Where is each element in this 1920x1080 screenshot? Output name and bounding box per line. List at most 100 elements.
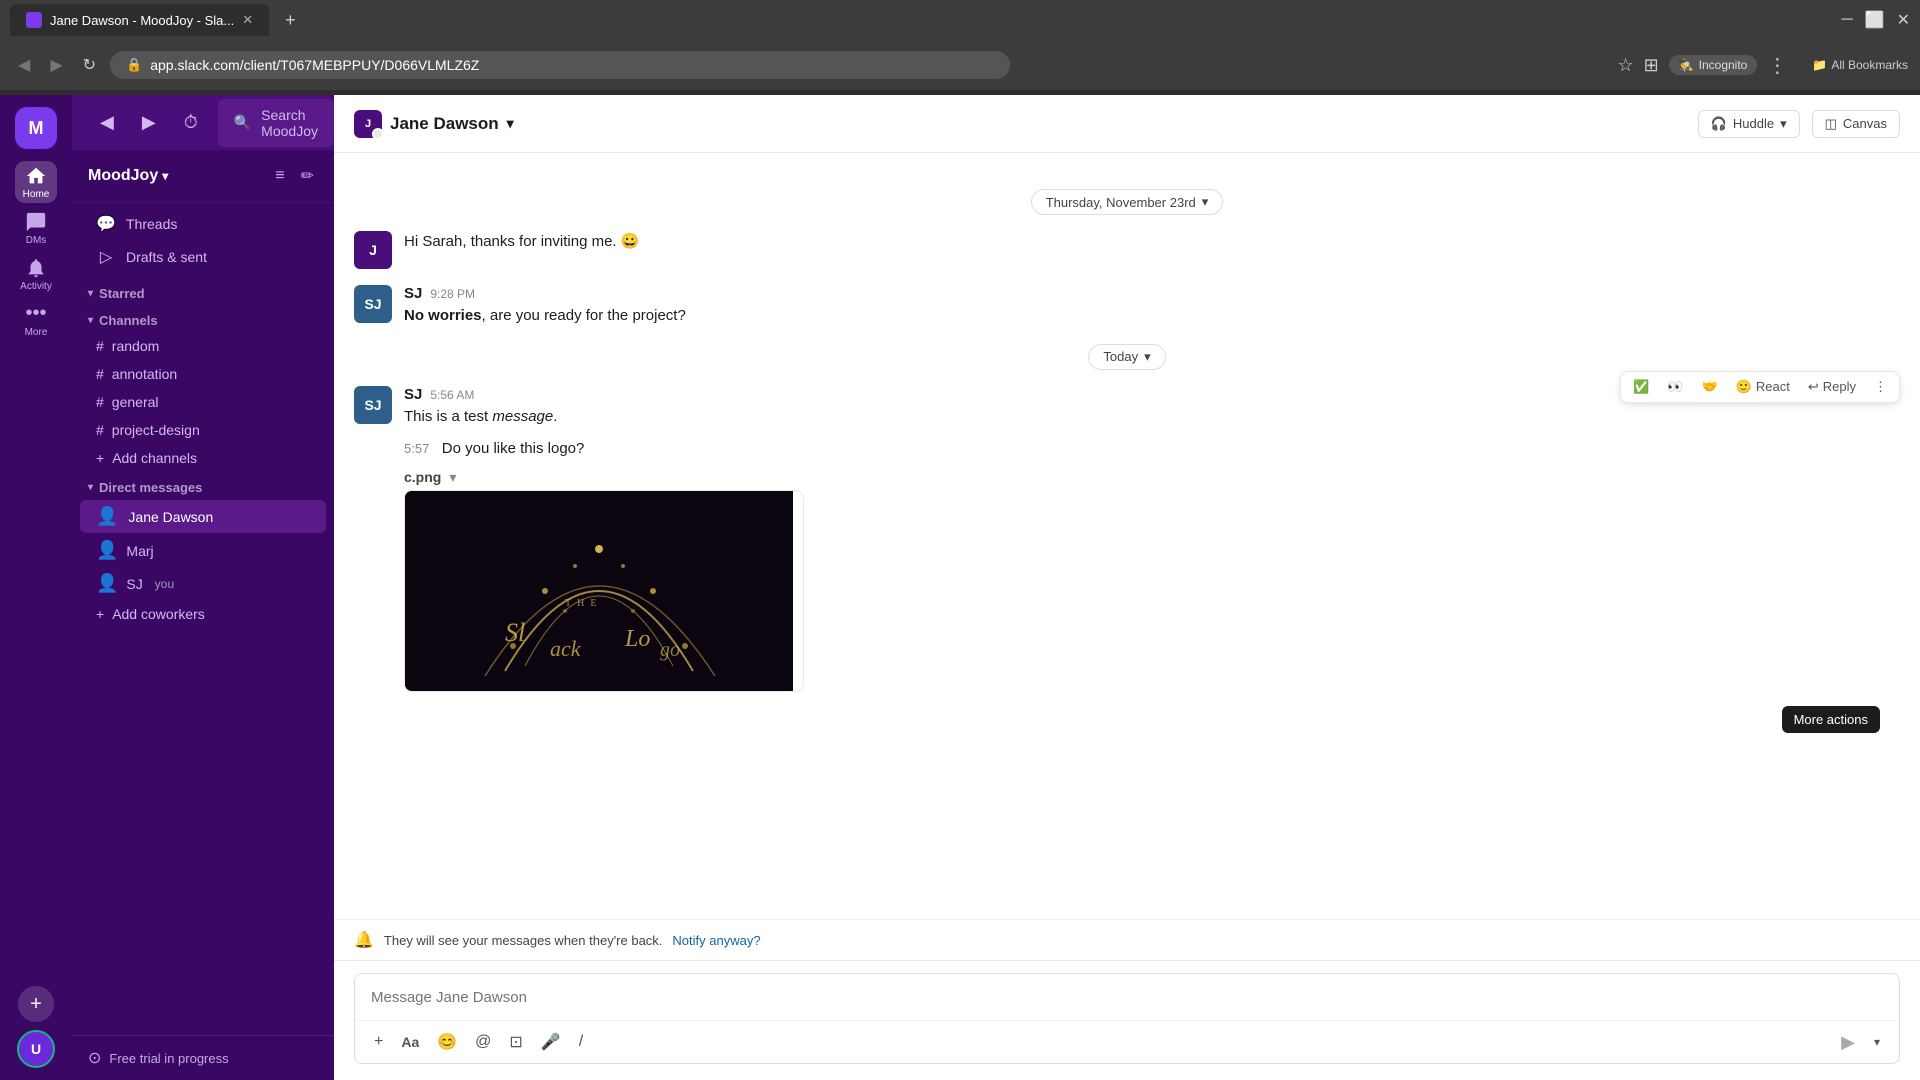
app-back-button[interactable]: ◀ <box>92 108 122 137</box>
eyes-reaction-button[interactable]: 👀 <box>1659 374 1691 400</box>
add-coworkers-icon: + <box>96 606 104 622</box>
attachment-header: c.png ▾ <box>404 469 1900 486</box>
channel-item-general[interactable]: # general <box>80 389 326 415</box>
svg-text:THE: THE <box>565 598 602 609</box>
jane-msg-avatar: J <box>354 231 392 269</box>
menu-icon[interactable]: ⋮ <box>1767 53 1787 78</box>
sj-author-1: SJ <box>404 285 422 302</box>
dm-item-marj[interactable]: 👤 Marj <box>80 535 326 566</box>
home-icon <box>25 165 47 187</box>
react-button[interactable]: 🙂 React <box>1728 374 1798 400</box>
message-input[interactable] <box>355 974 1899 1020</box>
send-options-button[interactable]: ▾ <box>1867 1030 1887 1054</box>
star-icon[interactable]: ☆ <box>1617 55 1633 76</box>
more-icon: ⋮ <box>1874 379 1887 395</box>
attachment-dropdown-button[interactable]: ▾ <box>449 469 456 486</box>
filter-button[interactable]: ≡ <box>271 162 288 190</box>
sidebar-item-home[interactable]: Home <box>15 161 57 203</box>
sj-time2: 5:57 <box>404 441 429 456</box>
url-text: app.slack.com/client/T067MEBPPUY/D066VLM… <box>150 57 994 73</box>
reply-button[interactable]: ↩ Reply <box>1800 374 1864 400</box>
message-group-sj-1: SJ SJ 9:28 PM No worries, are you ready … <box>354 285 1900 328</box>
browser-tab[interactable]: Jane Dawson - MoodJoy - Sla... ✕ <box>10 4 269 36</box>
more-message-actions-button[interactable]: ⋮ <box>1866 374 1895 400</box>
add-channels-icon: + <box>96 450 104 466</box>
close-button[interactable]: ✕ <box>1897 10 1910 30</box>
dms-icon <box>25 211 47 233</box>
mention-button[interactable]: @ <box>468 1028 498 1056</box>
sj-author-today: SJ <box>404 386 422 403</box>
search-icon: 🔍 <box>234 114 251 131</box>
extension-icon[interactable]: ⊞ <box>1644 55 1659 76</box>
bookmarks-icon: 📁 <box>1812 58 1827 72</box>
add-channels-label: Add channels <box>112 450 197 466</box>
channels-section-header[interactable]: ▾ Channels <box>72 305 334 332</box>
add-channels-item[interactable]: + Add channels <box>80 445 326 471</box>
thursday-date-badge[interactable]: Thursday, November 23rd ▾ <box>1031 189 1224 215</box>
add-coworkers-item[interactable]: + Add coworkers <box>80 601 326 627</box>
channels-label: Channels <box>99 313 158 328</box>
today-date-badge[interactable]: Today ▾ <box>1088 344 1165 370</box>
add-workspace-button[interactable]: + <box>18 986 54 1022</box>
channel-item-project-design[interactable]: # project-design <box>80 417 326 443</box>
dm-item-sj[interactable]: 👤 SJ you <box>80 568 326 599</box>
app-history-button[interactable]: ⏱ <box>176 108 206 137</box>
hash-icon-general: # <box>96 394 104 410</box>
global-search[interactable]: 🔍 Search MoodJoy <box>218 99 334 147</box>
bell-icon: 🔔 <box>354 930 374 950</box>
notify-anyway-link[interactable]: Notify anyway? <box>672 933 760 948</box>
svg-text:ack: ack <box>550 636 582 661</box>
workspace-name-text: MoodJoy <box>88 167 158 185</box>
tab-title: Jane Dawson - MoodJoy - Sla... <box>50 13 234 28</box>
message-group-jane: J Hi Sarah, thanks for inviting me. 😀 <box>354 231 1900 269</box>
starred-section-header[interactable]: ▾ Starred <box>72 278 334 305</box>
huddle-button[interactable]: 🎧 Huddle ▾ <box>1698 110 1800 138</box>
bookmarks-label: All Bookmarks <box>1831 58 1908 72</box>
forward-button[interactable]: ▶ <box>44 51 68 79</box>
video-button[interactable]: ⊡ <box>502 1027 529 1057</box>
format-button[interactable]: Aa <box>394 1029 426 1055</box>
bookmarks-button[interactable]: 📁 All Bookmarks <box>1812 58 1908 72</box>
user-avatar-rail[interactable]: U <box>17 1030 55 1068</box>
send-button[interactable]: ▶ <box>1833 1028 1863 1057</box>
trial-notice[interactable]: ⊙ Free trial in progress <box>88 1048 318 1068</box>
sidebar-item-more[interactable]: ••• More <box>15 299 57 341</box>
minimize-button[interactable]: ─ <box>1841 10 1852 30</box>
slash-command-button[interactable]: / <box>572 1028 590 1056</box>
emoji-button[interactable]: 😊 <box>430 1027 464 1057</box>
hash-icon-annotation: # <box>96 366 104 382</box>
tab-close-button[interactable]: ✕ <box>242 12 253 28</box>
dm-item-jane[interactable]: 👤 Jane Dawson <box>80 500 326 533</box>
trial-label: Free trial in progress <box>109 1051 228 1066</box>
back-button[interactable]: ◀ <box>12 51 36 79</box>
address-bar[interactable]: 🔒 app.slack.com/client/T067MEBPPUY/D066V… <box>110 51 1010 79</box>
search-placeholder: Search MoodJoy <box>261 107 318 139</box>
reply-icon: ↩ <box>1808 379 1819 395</box>
checkmark-reaction-button[interactable]: ✅ <box>1625 374 1657 400</box>
app-forward-button[interactable]: ▶ <box>134 108 164 137</box>
workspace-avatar[interactable]: M <box>15 107 57 149</box>
compose-button[interactable]: ✏ <box>297 162 318 190</box>
sidebar-item-activity[interactable]: Activity <box>15 253 57 295</box>
new-tab-button[interactable]: + <box>277 6 304 35</box>
dm-section-header[interactable]: ▾ Direct messages <box>72 472 334 499</box>
workspace-name[interactable]: MoodJoy ▾ <box>88 167 168 185</box>
thursday-divider: Thursday, November 23rd ▾ <box>354 189 1900 215</box>
maximize-button[interactable]: ⬜ <box>1865 10 1885 30</box>
logo-image: THE Sl ack Lo go <box>405 491 793 691</box>
add-button[interactable]: + <box>367 1028 390 1056</box>
sidebar-item-dms[interactable]: DMs <box>15 207 57 249</box>
sidebar-item-threads[interactable]: 💬 Threads <box>80 208 326 240</box>
reload-button[interactable]: ↻ <box>77 51 102 79</box>
slack-favicon <box>26 12 42 28</box>
handshake-reaction-button[interactable]: 🤝 <box>1694 374 1726 400</box>
logo-svg: THE Sl ack Lo go <box>405 491 793 691</box>
canvas-button[interactable]: ◫ Canvas <box>1812 110 1900 138</box>
channel-item-annotation[interactable]: # annotation <box>80 361 326 387</box>
canvas-label: Canvas <box>1843 116 1887 131</box>
dm-user-info[interactable]: Jane Dawson ▾ <box>390 114 514 134</box>
channel-item-random[interactable]: # random <box>80 333 326 359</box>
today-chevron-icon: ▾ <box>1144 349 1151 365</box>
sidebar-item-drafts[interactable]: ▷ Drafts & sent <box>80 241 326 273</box>
microphone-button[interactable]: 🎤 <box>534 1027 568 1057</box>
